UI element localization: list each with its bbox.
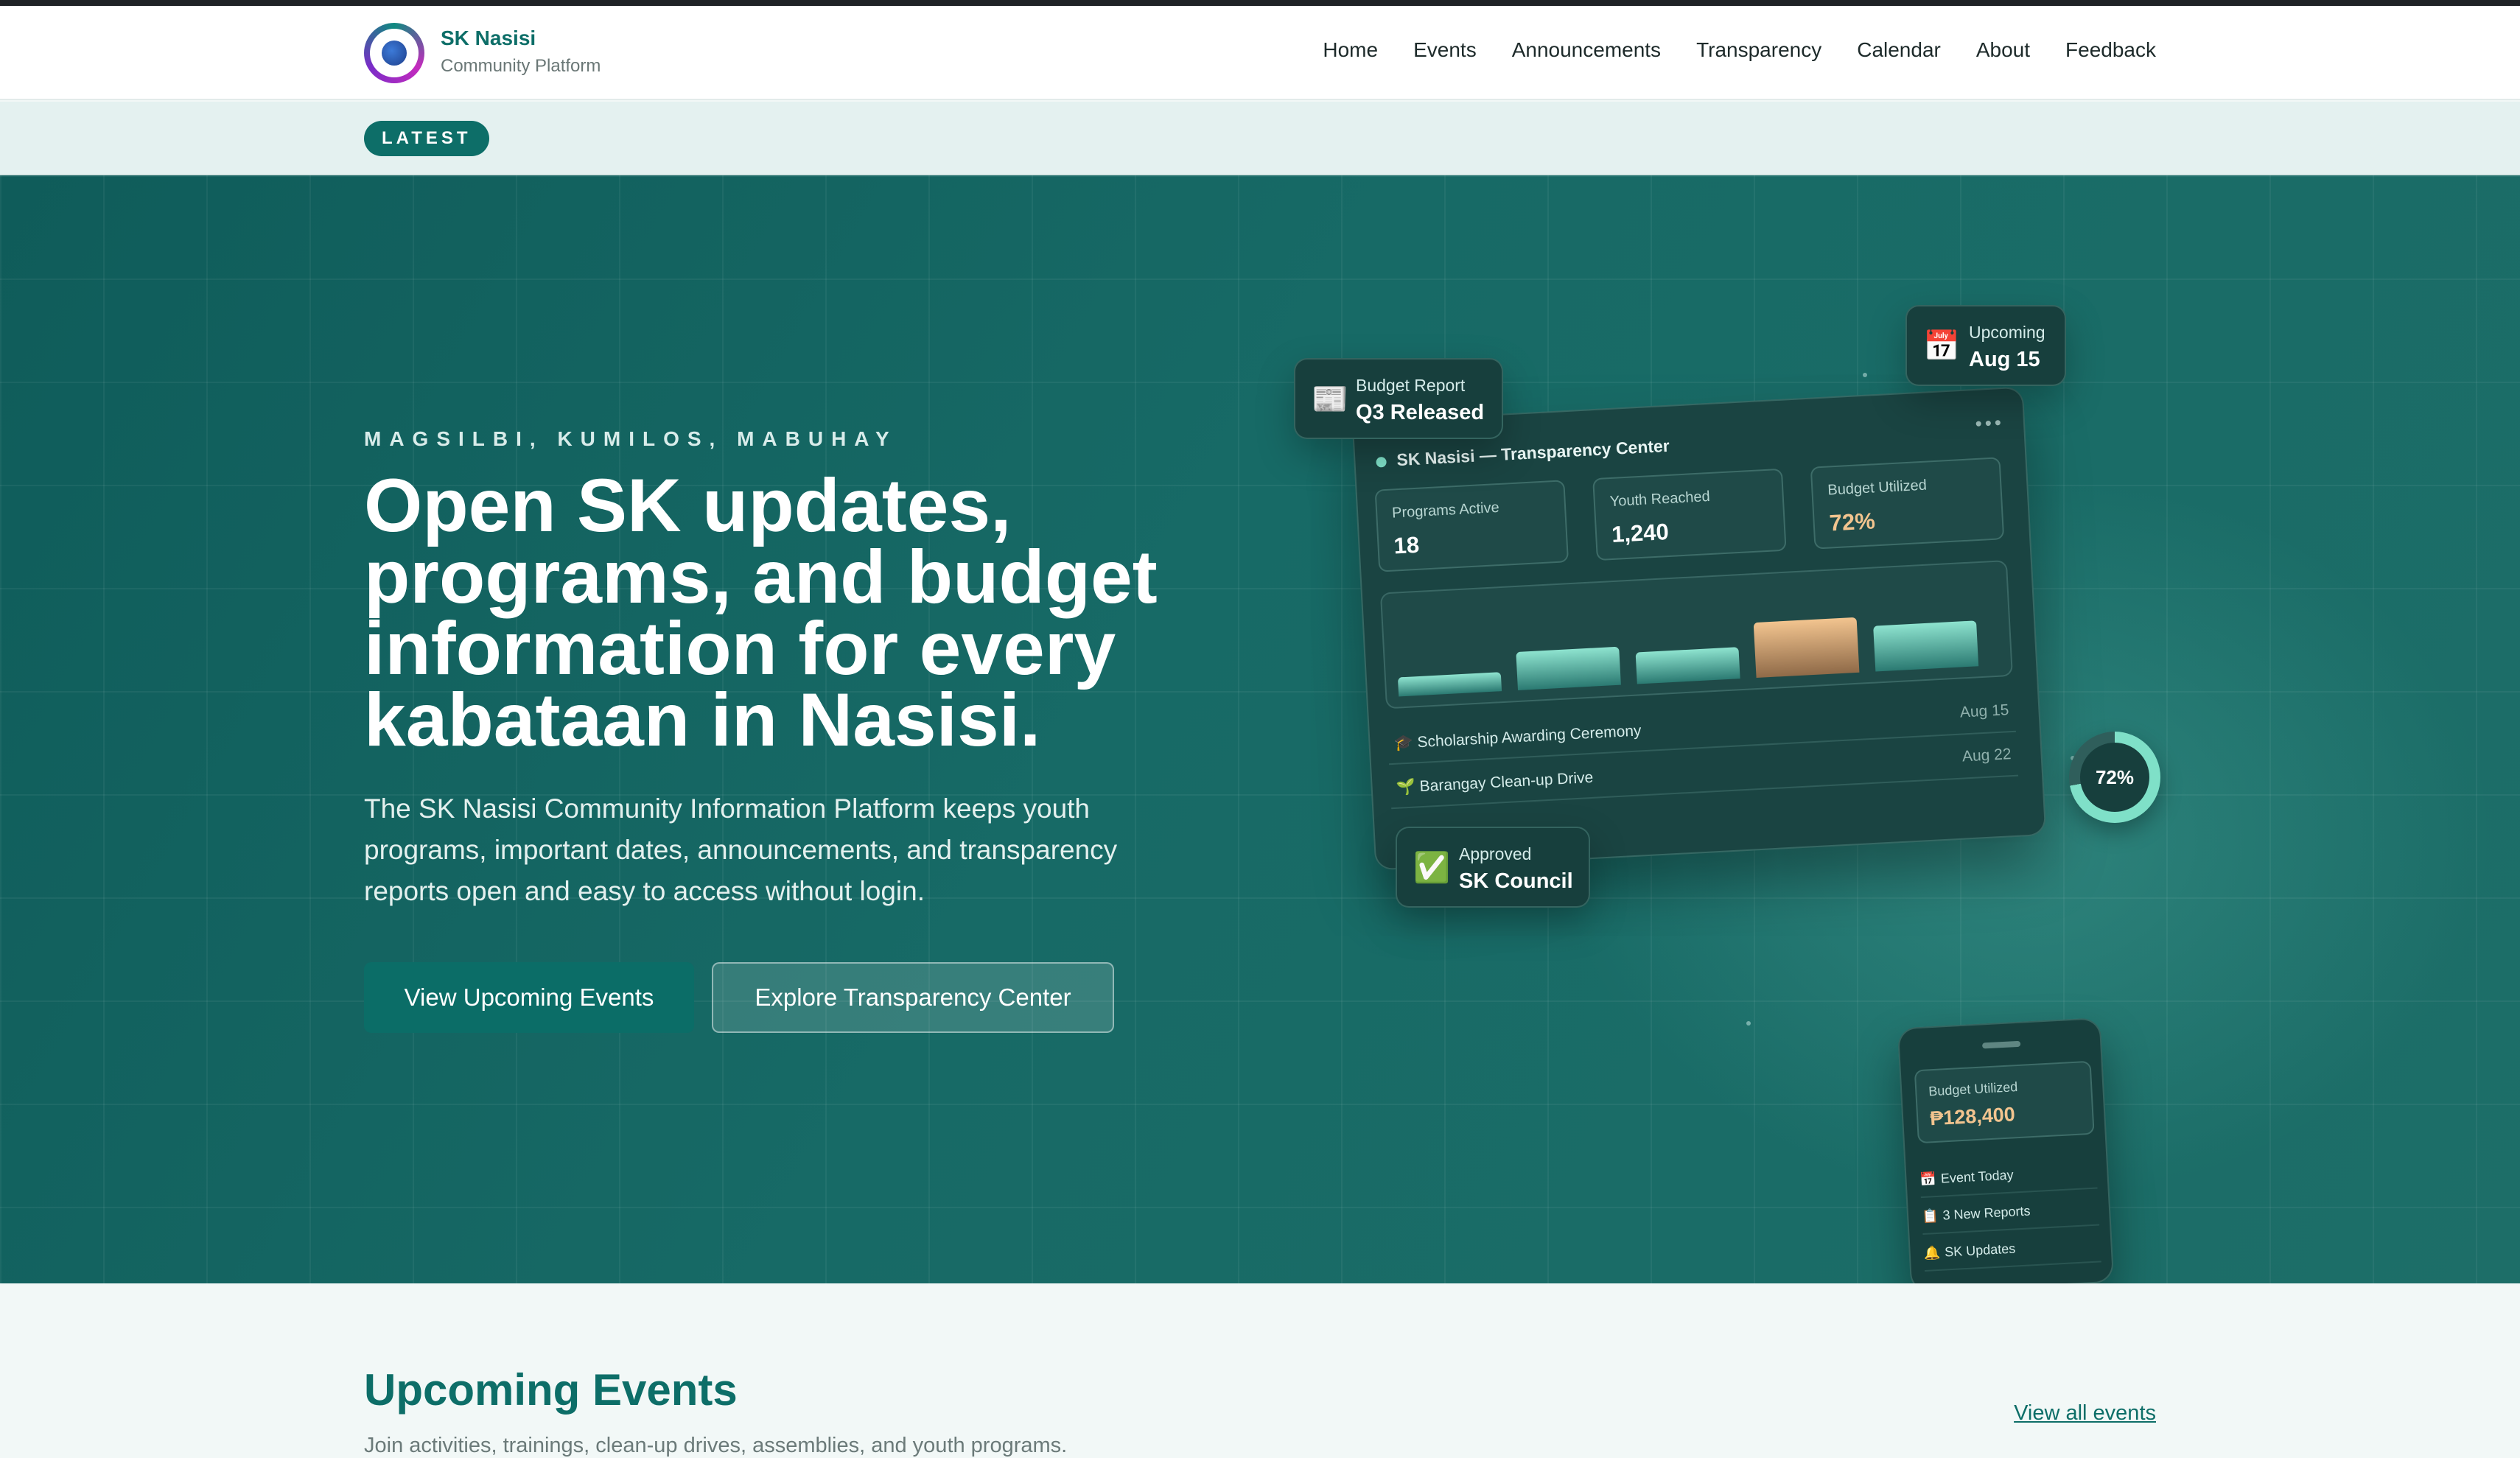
brand-name[interactable]: SK Nasisi xyxy=(441,27,536,50)
hero-description: The SK Nasisi Community Information Plat… xyxy=(364,793,1118,906)
card-label: Approved xyxy=(1459,844,1532,863)
newspaper-icon: 📰 xyxy=(1312,383,1348,416)
stat-value: ₱128,400 xyxy=(1929,1103,2016,1130)
view-all-events-link[interactable]: View all events xyxy=(2014,1401,2156,1426)
stat-youth-reached: Youth Reached 1,240 xyxy=(1592,468,1787,561)
calendar-icon: 📅 xyxy=(1919,1171,1937,1187)
phone-row-sk-updates[interactable]: 🔔 SK Updates xyxy=(1922,1227,2101,1272)
brand-subtitle: Community Platform xyxy=(441,56,601,76)
events-title: Upcoming Events xyxy=(364,1365,738,1415)
chart-bar xyxy=(1873,620,1979,672)
sprout-icon: 🌱 xyxy=(1396,778,1416,796)
nav-announcements[interactable]: Announcements xyxy=(1512,38,1661,62)
stat-budget-utilized: Budget Utilized 72% xyxy=(1810,457,2005,550)
chart-bar xyxy=(1516,646,1621,690)
hero-section: MAGSILBI, KUMILOS, MABUHAY Open SK updat… xyxy=(0,175,2520,1283)
budget-report-card[interactable]: 📰 Budget Report Q3 Released xyxy=(1294,358,1503,439)
nav-feedback[interactable]: Feedback xyxy=(2065,38,2156,62)
budget-progress-ring: 72% xyxy=(2069,732,2160,823)
nav-home[interactable]: Home xyxy=(1323,38,1378,62)
main-nav: Home Events Announcements Transparency C… xyxy=(1323,38,2156,62)
transparency-dashboard-mockup: SK Nasisi — Transparency Center ••• Prog… xyxy=(1351,386,2047,871)
chart-bar xyxy=(1753,617,1860,679)
event-row-title: 🌱 Barangay Clean-up Drive xyxy=(1396,768,1594,796)
nav-calendar[interactable]: Calendar xyxy=(1857,38,1941,62)
hero-headline: Open SK updates, programs, and budget in… xyxy=(364,463,1158,762)
upcoming-events-section: Upcoming Events Join activities, trainin… xyxy=(0,1283,2520,1457)
nav-events[interactable]: Events xyxy=(1413,38,1477,62)
card-value: Aug 15 xyxy=(1969,348,2040,371)
view-upcoming-events-button[interactable]: View Upcoming Events xyxy=(364,962,694,1033)
clipboard-icon: 📋 xyxy=(1921,1208,1939,1224)
card-value: Q3 Released xyxy=(1356,401,1485,424)
card-label: Budget Report xyxy=(1356,376,1466,395)
decor-dot xyxy=(1746,1021,1751,1026)
phone-budget-stat: Budget Utilized ₱128,400 xyxy=(1914,1060,2095,1144)
stat-programs-active: Programs Active 18 xyxy=(1374,480,1569,572)
card-value: SK Council xyxy=(1459,869,1573,893)
bell-icon: 🔔 xyxy=(1923,1244,1941,1261)
events-subtitle: Join activities, trainings, clean-up dri… xyxy=(364,1434,1068,1457)
calendar-icon: 📅 xyxy=(1923,330,1960,362)
upcoming-date-card[interactable]: 📅 Upcoming Aug 15 xyxy=(1905,305,2066,386)
graduation-cap-icon: 🎓 xyxy=(1393,734,1414,752)
hero-tagline: MAGSILBI, KUMILOS, MABUHAY xyxy=(364,427,897,450)
check-icon: ✅ xyxy=(1413,852,1450,884)
phone-mockup: Budget Utilized ₱128,400 📅 Event Today 📋… xyxy=(1897,1017,2115,1283)
latest-bar: LATEST xyxy=(0,102,2520,175)
ring-label: 72% xyxy=(2080,743,2149,812)
stat-label: Budget Utilized xyxy=(1928,1079,2018,1099)
event-row-date: Aug 15 xyxy=(1959,701,2009,721)
stat-label: Youth Reached xyxy=(1609,488,1711,511)
explore-transparency-button[interactable]: Explore Transparency Center xyxy=(712,962,1114,1033)
event-row-title: 🎓 Scholarship Awarding Ceremony xyxy=(1393,722,1642,752)
mini-bar-chart xyxy=(1379,560,2013,709)
decor-dot xyxy=(1863,373,1867,377)
site-header: SK Nasisi Community Platform Home Events… xyxy=(0,6,2520,100)
stat-label: Programs Active xyxy=(1391,499,1500,522)
stat-value: 72% xyxy=(1828,508,1876,536)
chart-bar xyxy=(1635,647,1740,684)
latest-badge[interactable]: LATEST xyxy=(364,121,489,156)
nav-transparency[interactable]: Transparency xyxy=(1696,38,1821,62)
logo-icon[interactable] xyxy=(364,23,424,83)
approved-card[interactable]: ✅ Approved SK Council xyxy=(1396,827,1590,908)
event-row-date: Aug 22 xyxy=(1961,746,2012,765)
stat-label: Budget Utilized xyxy=(1827,477,1928,499)
phone-notch xyxy=(1981,1040,2021,1049)
chart-bar xyxy=(1397,672,1502,697)
stat-value: 18 xyxy=(1393,531,1420,559)
card-label: Upcoming xyxy=(1969,323,2045,342)
top-strip xyxy=(0,0,2520,6)
stat-value: 1,240 xyxy=(1611,519,1670,548)
more-dots-icon: ••• xyxy=(1974,410,2005,435)
nav-about[interactable]: About xyxy=(1976,38,2030,62)
dashboard-title: SK Nasisi — Transparency Center xyxy=(1376,436,1670,472)
